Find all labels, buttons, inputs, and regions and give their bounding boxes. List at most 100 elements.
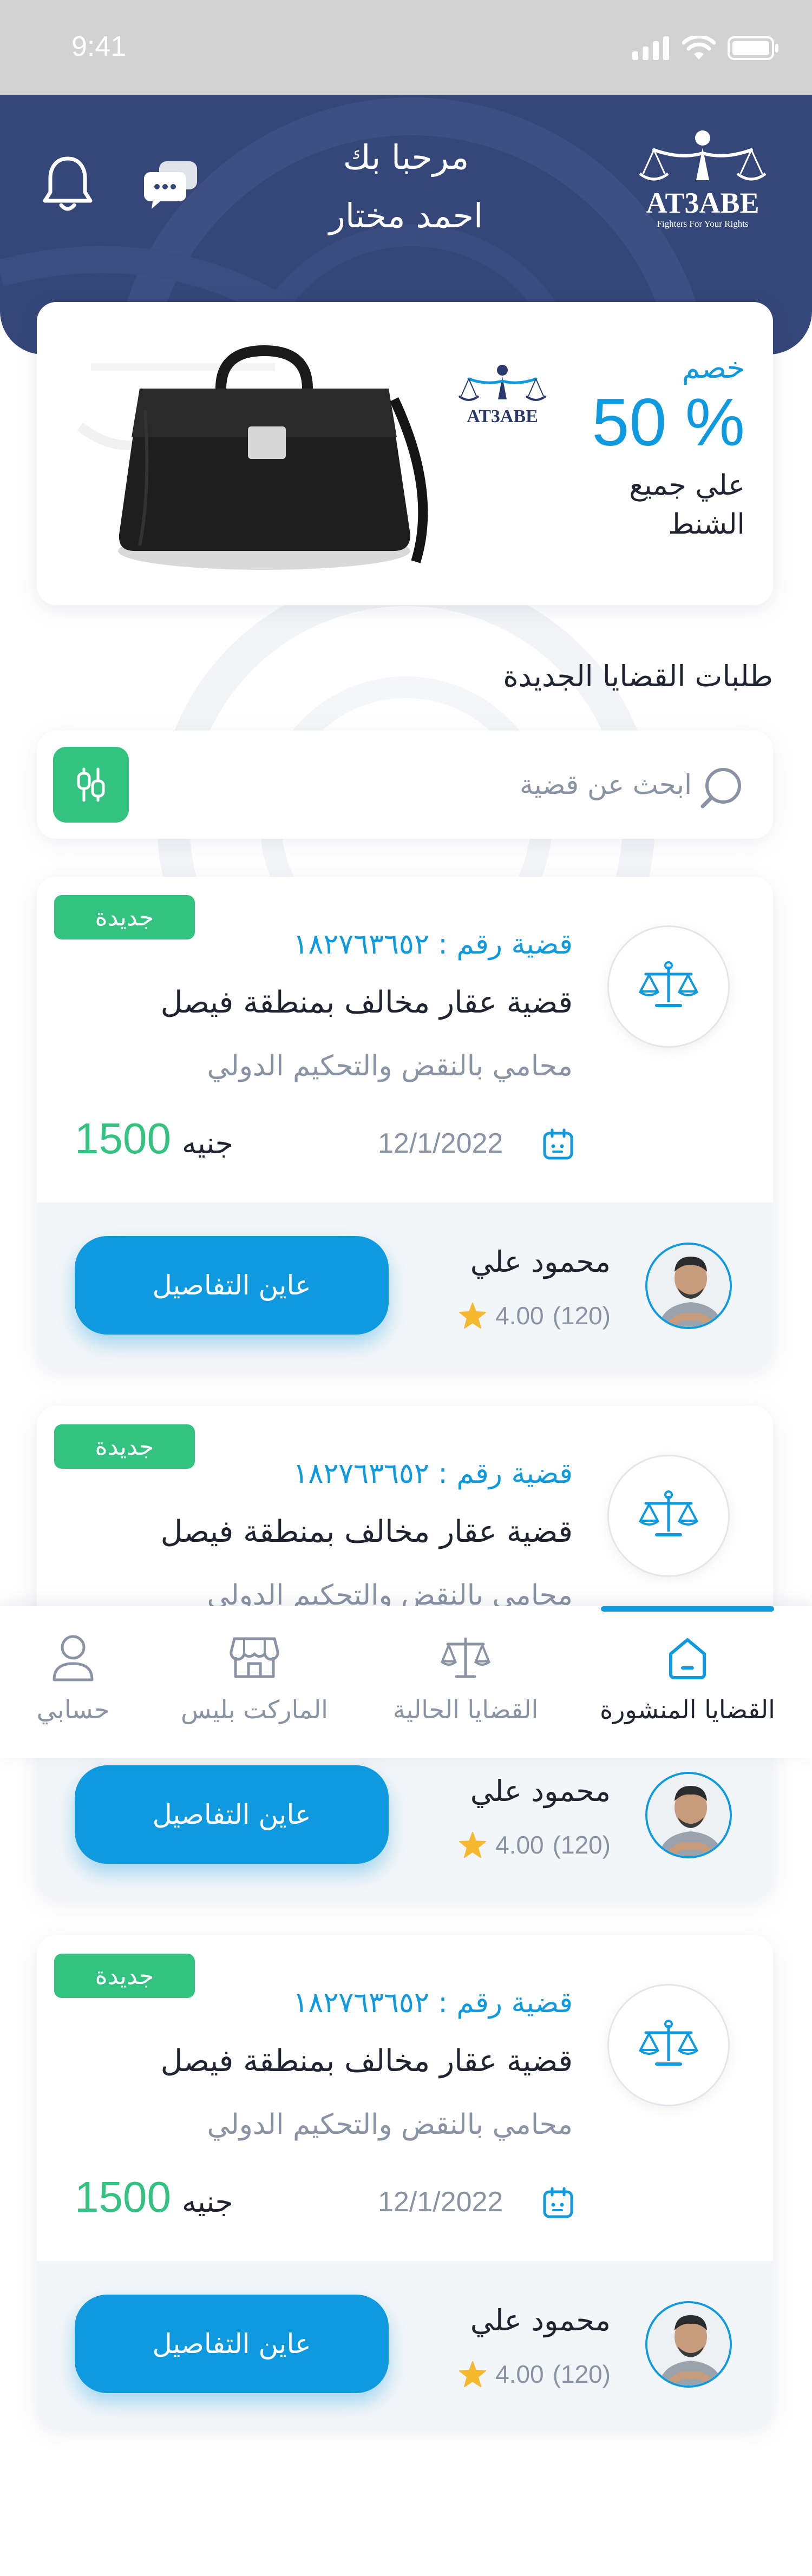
filter-icon bbox=[77, 767, 105, 802]
home-icon bbox=[669, 1638, 706, 1679]
nav-current-cases-label: القضايا الحالية bbox=[392, 1695, 539, 1724]
case-number: قضية رقم : ١٨٢٧٦٣٦٥٢ bbox=[293, 1457, 573, 1490]
search-bar bbox=[37, 731, 773, 839]
rating-count: (120) bbox=[552, 1831, 611, 1859]
case-title: قضية عقار مخالف بمنطقة فيصل bbox=[160, 985, 573, 1020]
bell-icon bbox=[43, 156, 93, 211]
case-date: 12/1/2022 bbox=[378, 2186, 503, 2218]
logo-text: AT3ABE bbox=[646, 187, 759, 219]
promo-text: خصم 50 % علي جميع الشنط bbox=[592, 351, 745, 544]
nav-marketplace[interactable]: الماركت بليس bbox=[173, 1628, 336, 1724]
price-currency: جنيه bbox=[181, 2185, 233, 2219]
case-number: قضية رقم : ١٨٢٧٦٣٦٥٢ bbox=[293, 928, 573, 961]
filter-button[interactable] bbox=[53, 747, 129, 823]
lawyer-avatar-image bbox=[647, 2303, 730, 2386]
view-details-button[interactable]: عاين التفاصيل bbox=[75, 2295, 389, 2393]
calendar-icon bbox=[543, 1128, 573, 1160]
status-bar: 9:41 bbox=[0, 0, 812, 95]
lawyer-name: محمود علي bbox=[470, 1245, 611, 1279]
star-icon bbox=[459, 2361, 487, 2387]
star-icon bbox=[459, 1303, 487, 1329]
bag-image bbox=[118, 345, 428, 570]
lawyer-name: محمود علي bbox=[470, 2303, 611, 2337]
rating-count: (120) bbox=[552, 1302, 611, 1330]
lawyer-avatar-image bbox=[647, 1245, 730, 1327]
case-category-icon bbox=[607, 1984, 730, 2106]
nav-current-cases[interactable]: القضايا الحالية bbox=[379, 1628, 552, 1724]
lawyer-name: محمود علي bbox=[470, 1774, 611, 1808]
avatar[interactable] bbox=[645, 1772, 732, 1858]
search-icon bbox=[700, 768, 741, 809]
case-price: جنيه 1500 bbox=[75, 1114, 233, 1164]
avatar[interactable] bbox=[645, 1243, 732, 1329]
scale-icon bbox=[638, 1490, 699, 1536]
case-date: 12/1/2022 bbox=[378, 1128, 503, 1159]
lawyer-footer: عاين التفاصيل محمود علي 4.00 (120) bbox=[37, 1202, 773, 1369]
nav-account[interactable]: حسابي bbox=[27, 1628, 119, 1724]
case-category-icon bbox=[607, 925, 730, 1048]
calendar-icon bbox=[543, 2187, 573, 2218]
chat-icon bbox=[144, 161, 197, 209]
case-card[interactable]: جديدة قضية رقم : ١٨٢٧٦٣٦٥٢ قضية عقار مخالف… bbox=[37, 1935, 773, 2428]
lawyer-rating: 4.00 (120) bbox=[459, 2360, 611, 2389]
user-icon bbox=[53, 1635, 94, 1681]
case-price: جنيه 1500 bbox=[75, 2172, 233, 2222]
scale-icon bbox=[638, 961, 699, 1007]
new-badge: جديدة bbox=[54, 895, 195, 939]
notifications-button[interactable] bbox=[35, 152, 100, 216]
rating-count: (120) bbox=[552, 2360, 611, 2388]
new-badge: جديدة bbox=[54, 1424, 195, 1469]
rating-value: 4.00 bbox=[495, 1302, 544, 1330]
wifi-icon bbox=[682, 36, 716, 60]
case-title: قضية عقار مخالف بمنطقة فيصل bbox=[160, 1514, 573, 1549]
nav-posted-cases[interactable]: القضايا المنشورة bbox=[595, 1628, 780, 1724]
user-name: احمد مختار bbox=[329, 196, 483, 235]
promo-label: خصم bbox=[682, 351, 745, 385]
scale-icon bbox=[440, 1638, 491, 1678]
search-input[interactable] bbox=[313, 763, 692, 806]
nav-marketplace-label: الماركت بليس bbox=[181, 1695, 328, 1724]
price-currency: جنيه bbox=[181, 1126, 233, 1160]
case-category-icon bbox=[607, 1455, 730, 1577]
nav-account-label: حسابي bbox=[36, 1695, 110, 1724]
rating-value: 4.00 bbox=[495, 1831, 544, 1859]
app-logo: AT3ABE Fighters For Your Rights bbox=[639, 130, 767, 229]
section-title: طلبات القضايا الجديدة bbox=[503, 659, 773, 693]
avatar[interactable] bbox=[645, 2301, 732, 2388]
promo-logo: AT3ABE bbox=[458, 365, 547, 426]
battery-icon bbox=[728, 36, 778, 60]
scale-icon bbox=[638, 2020, 699, 2066]
signal-icon bbox=[632, 36, 669, 60]
greeting: مرحبا بك احمد مختار bbox=[260, 128, 552, 245]
messages-button[interactable] bbox=[138, 152, 203, 216]
case-number: قضية رقم : ١٨٢٧٦٣٦٥٢ bbox=[293, 1987, 573, 2019]
view-details-button[interactable]: عاين التفاصيل bbox=[75, 1236, 389, 1335]
case-subtitle: محامي بالنقض والتحكيم الدولي bbox=[207, 1050, 573, 1082]
case-subtitle: محامي بالنقض والتحكيم الدولي bbox=[207, 2108, 573, 2141]
new-badge: جديدة bbox=[54, 1954, 195, 1998]
promo-description: علي جميع الشنط bbox=[629, 469, 745, 541]
promo-logo-text: AT3ABE bbox=[467, 406, 538, 426]
lawyer-avatar-image bbox=[647, 1774, 730, 1856]
rating-value: 4.00 bbox=[495, 2360, 544, 2388]
price-value: 1500 bbox=[75, 1114, 171, 1162]
case-card[interactable]: جديدة قضية رقم : ١٨٢٧٦٣٦٥٢ قضية عقار مخالف… bbox=[37, 877, 773, 1369]
lawyer-footer: عاين التفاصيل محمود علي 4.00 (120) bbox=[37, 2261, 773, 2428]
lawyer-rating: 4.00 (120) bbox=[459, 1301, 611, 1330]
case-title: قضية عقار مخالف بمنطقة فيصل bbox=[160, 2043, 573, 2079]
active-tab-indicator bbox=[601, 1606, 774, 1612]
nav-posted-cases-label: القضايا المنشورة bbox=[600, 1695, 775, 1724]
status-time: 9:41 bbox=[71, 31, 127, 62]
logo-tagline: Fighters For Your Rights bbox=[657, 219, 748, 229]
status-icons bbox=[632, 36, 780, 61]
greeting-text: مرحبا بك bbox=[343, 137, 469, 177]
bottom-navigation: القضايا المنشورة القضايا الحالية الماركت… bbox=[0, 1606, 812, 1758]
store-icon bbox=[230, 1637, 279, 1678]
star-icon bbox=[459, 1832, 487, 1858]
lawyer-rating: 4.00 (120) bbox=[459, 1830, 611, 1859]
app-screen: 9:41 مرحبا بك احمد مختار AT3ABE Fighters… bbox=[0, 0, 812, 2576]
promo-percent: 50 % bbox=[592, 385, 745, 460]
promo-banner[interactable]: AT3ABE خصم 50 % علي جميع الشنط bbox=[37, 302, 773, 605]
view-details-button[interactable]: عاين التفاصيل bbox=[75, 1765, 389, 1864]
price-value: 1500 bbox=[75, 2173, 171, 2221]
